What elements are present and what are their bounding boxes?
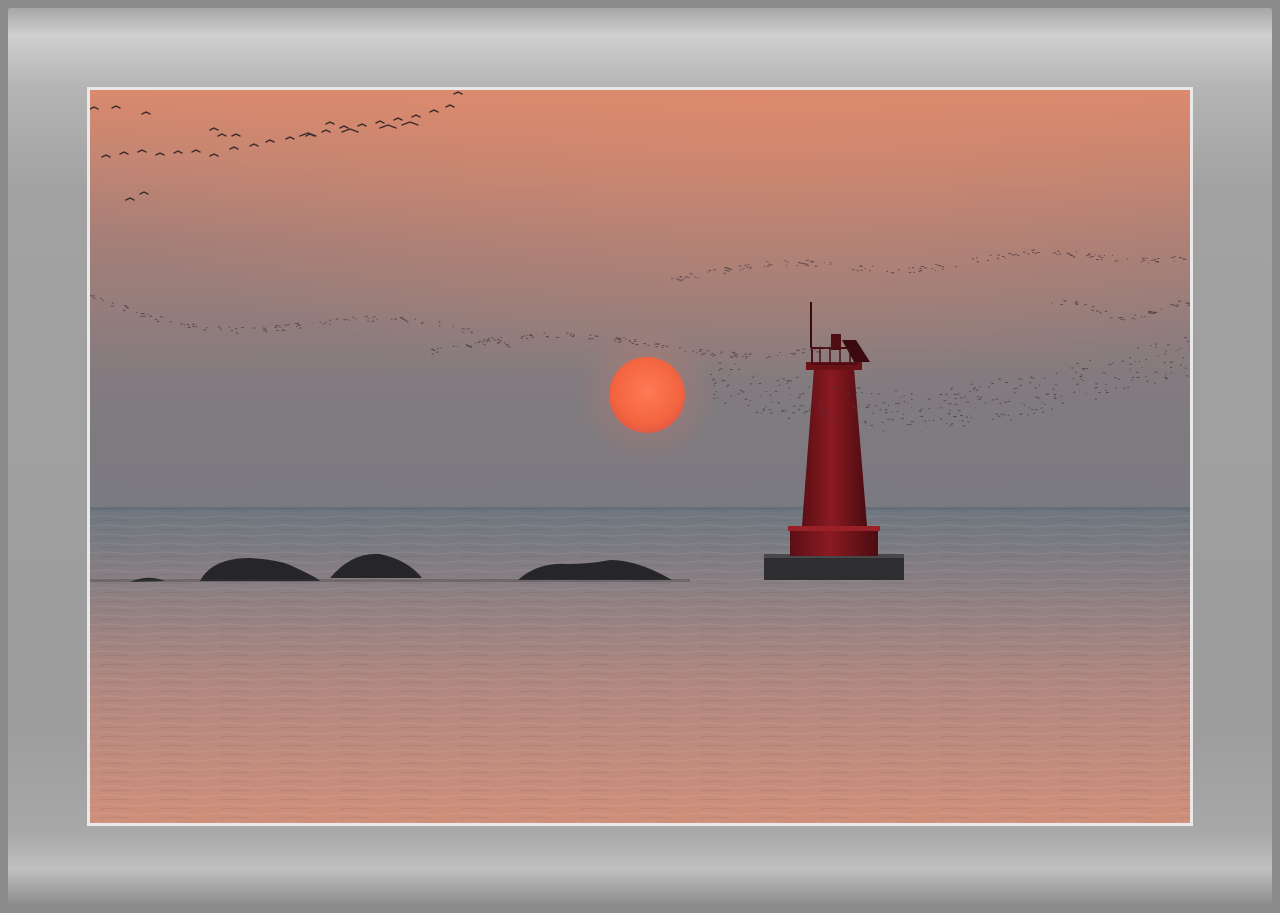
sun — [609, 357, 685, 433]
sunset-photo — [90, 90, 1190, 823]
